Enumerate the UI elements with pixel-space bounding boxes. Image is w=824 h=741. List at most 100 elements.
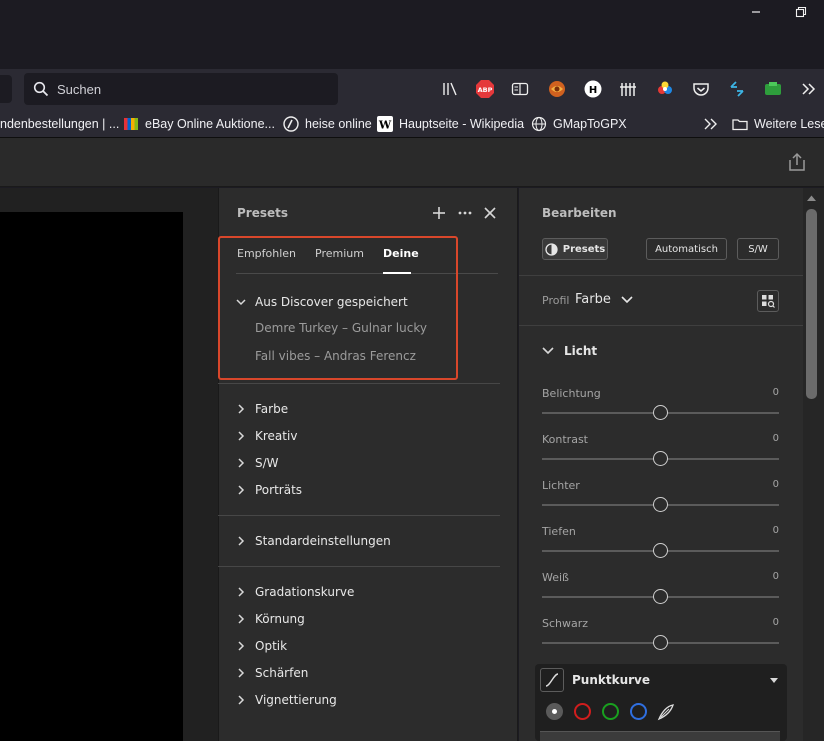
- chevron-right-icon: [234, 456, 248, 470]
- close-presets-button[interactable]: [483, 206, 497, 220]
- edit-title: Bearbeiten: [542, 206, 617, 220]
- preset-group-optik[interactable]: Optik: [234, 636, 287, 656]
- add-preset-button[interactable]: [432, 206, 446, 220]
- minimize-icon: [752, 11, 760, 13]
- svg-text:W: W: [378, 119, 392, 132]
- slider-thumb[interactable]: [653, 543, 668, 558]
- preset-group-gradationskurve[interactable]: Gradationskurve: [234, 582, 354, 602]
- svg-text:ABP: ABP: [478, 86, 493, 94]
- slider-value[interactable]: 0: [760, 571, 779, 582]
- slider-value[interactable]: 0: [760, 525, 779, 536]
- profile-value: Farbe: [575, 292, 611, 307]
- chevron-right-icon: [234, 612, 248, 626]
- bw-button[interactable]: S/W: [737, 238, 779, 260]
- preset-group-körnung[interactable]: Körnung: [234, 609, 305, 629]
- punktkurve-collapse[interactable]: [769, 677, 779, 684]
- profile-dropdown[interactable]: Farbe: [575, 292, 633, 307]
- minimize-button[interactable]: [733, 0, 779, 24]
- bookmark-label: heise online: [305, 117, 372, 131]
- pocket-icon[interactable]: [691, 79, 711, 99]
- channel-green-button[interactable]: [602, 703, 619, 720]
- slider-label: Tiefen: [542, 525, 576, 538]
- slider-label: Schwarz: [542, 617, 589, 630]
- extension-icon[interactable]: [547, 79, 567, 99]
- bookmark-item[interactable]: ndenbestellungen | ...: [0, 111, 119, 137]
- bookmark-label: ndenbestellungen | ...: [0, 117, 120, 131]
- slider-thumb[interactable]: [653, 405, 668, 420]
- bookmark-wikipedia[interactable]: W Hauptseite - Wikipedia: [377, 111, 524, 137]
- preset-group-standardeinstellungen[interactable]: Standardeinstellungen: [234, 531, 391, 551]
- preset-group-kreativ[interactable]: Kreativ: [234, 426, 297, 446]
- svg-text:H: H: [589, 85, 597, 96]
- preset-group-schärfen[interactable]: Schärfen: [234, 663, 308, 683]
- bookmarks-overflow[interactable]: [703, 111, 719, 137]
- licht-section-header[interactable]: Licht: [542, 344, 597, 358]
- slider-value[interactable]: 0: [760, 433, 779, 444]
- preset-group-porträts[interactable]: Porträts: [234, 480, 302, 500]
- overflow-chevrons-icon[interactable]: [799, 79, 819, 99]
- channel-rgb-button[interactable]: [546, 703, 563, 720]
- preset-group-vignettierung[interactable]: Vignettierung: [234, 690, 337, 710]
- profile-browser-button[interactable]: [757, 290, 779, 312]
- extension-color-icon[interactable]: [655, 79, 675, 99]
- photo-preview[interactable]: [0, 212, 183, 741]
- wikipedia-icon: W: [377, 116, 393, 132]
- curve-graph[interactable]: [540, 731, 780, 741]
- presets-button[interactable]: Presets: [542, 238, 608, 260]
- curve-icon-button[interactable]: [540, 668, 564, 692]
- slider-value[interactable]: 0: [760, 617, 779, 628]
- ebay-icon: [123, 116, 139, 132]
- presets-button-label: Presets: [562, 243, 606, 255]
- more-options-button[interactable]: [457, 206, 473, 220]
- group-label: Porträts: [255, 483, 303, 497]
- chevron-right-icon: [234, 666, 248, 680]
- chevron-down-icon: [621, 295, 633, 303]
- slider-label: Weiß: [542, 571, 569, 584]
- window-titlebar: [0, 0, 824, 69]
- bookmark-heise[interactable]: heise online: [283, 111, 372, 137]
- slider-value[interactable]: 0: [760, 479, 779, 490]
- curve-icon: [545, 673, 559, 687]
- slider-thumb[interactable]: [653, 635, 668, 650]
- urlbar-edge[interactable]: [0, 75, 12, 103]
- bookmark-ebay[interactable]: eBay Online Auktione...: [123, 111, 275, 137]
- app-header: [0, 137, 824, 187]
- channel-red-button[interactable]: [574, 703, 591, 720]
- bookmark-gmaptogpx[interactable]: GMapToGPX: [531, 111, 627, 137]
- chevrons-right-icon: [704, 118, 717, 130]
- targeted-adjust-icon[interactable]: [656, 702, 676, 722]
- library-icon[interactable]: [440, 79, 460, 99]
- search-input[interactable]: Suchen: [24, 73, 338, 105]
- adblock-plus-icon[interactable]: ABP: [475, 79, 495, 99]
- slider-thumb[interactable]: [653, 451, 668, 466]
- share-icon: [789, 152, 805, 171]
- slider-label: Lichter: [542, 479, 580, 492]
- share-button[interactable]: [787, 151, 807, 173]
- slider-value[interactable]: 0: [760, 387, 779, 398]
- presets-title: Presets: [237, 206, 289, 220]
- chevron-down-icon: [542, 347, 554, 355]
- caret-down-icon: [770, 678, 778, 683]
- divider: [218, 566, 500, 567]
- bookmark-label: eBay Online Auktione...: [145, 117, 275, 131]
- auto-button[interactable]: Automatisch: [646, 238, 727, 260]
- extension-grid-icon[interactable]: [618, 79, 638, 99]
- preset-group-s-w[interactable]: S/W: [234, 453, 279, 473]
- preset-group-farbe[interactable]: Farbe: [234, 399, 288, 419]
- extension-h-icon[interactable]: H: [583, 79, 603, 99]
- scroll-up-arrow[interactable]: [806, 194, 817, 202]
- scrollbar-thumb[interactable]: [806, 209, 817, 399]
- bookmark-folder-other[interactable]: Weitere Lesez: [732, 111, 824, 137]
- extension-green-icon[interactable]: [763, 79, 783, 99]
- restore-button[interactable]: [778, 0, 824, 24]
- group-label: Schärfen: [255, 666, 309, 680]
- divider: [519, 325, 803, 326]
- chevron-right-icon: [234, 483, 248, 497]
- channel-blue-button[interactable]: [630, 703, 647, 720]
- slider-thumb[interactable]: [653, 589, 668, 604]
- slider-thumb[interactable]: [653, 497, 668, 512]
- punktkurve-title: Punktkurve: [572, 673, 650, 687]
- sync-icon[interactable]: [727, 79, 747, 99]
- group-label: Standardeinstellungen: [255, 534, 391, 548]
- reader-view-icon[interactable]: [510, 79, 530, 99]
